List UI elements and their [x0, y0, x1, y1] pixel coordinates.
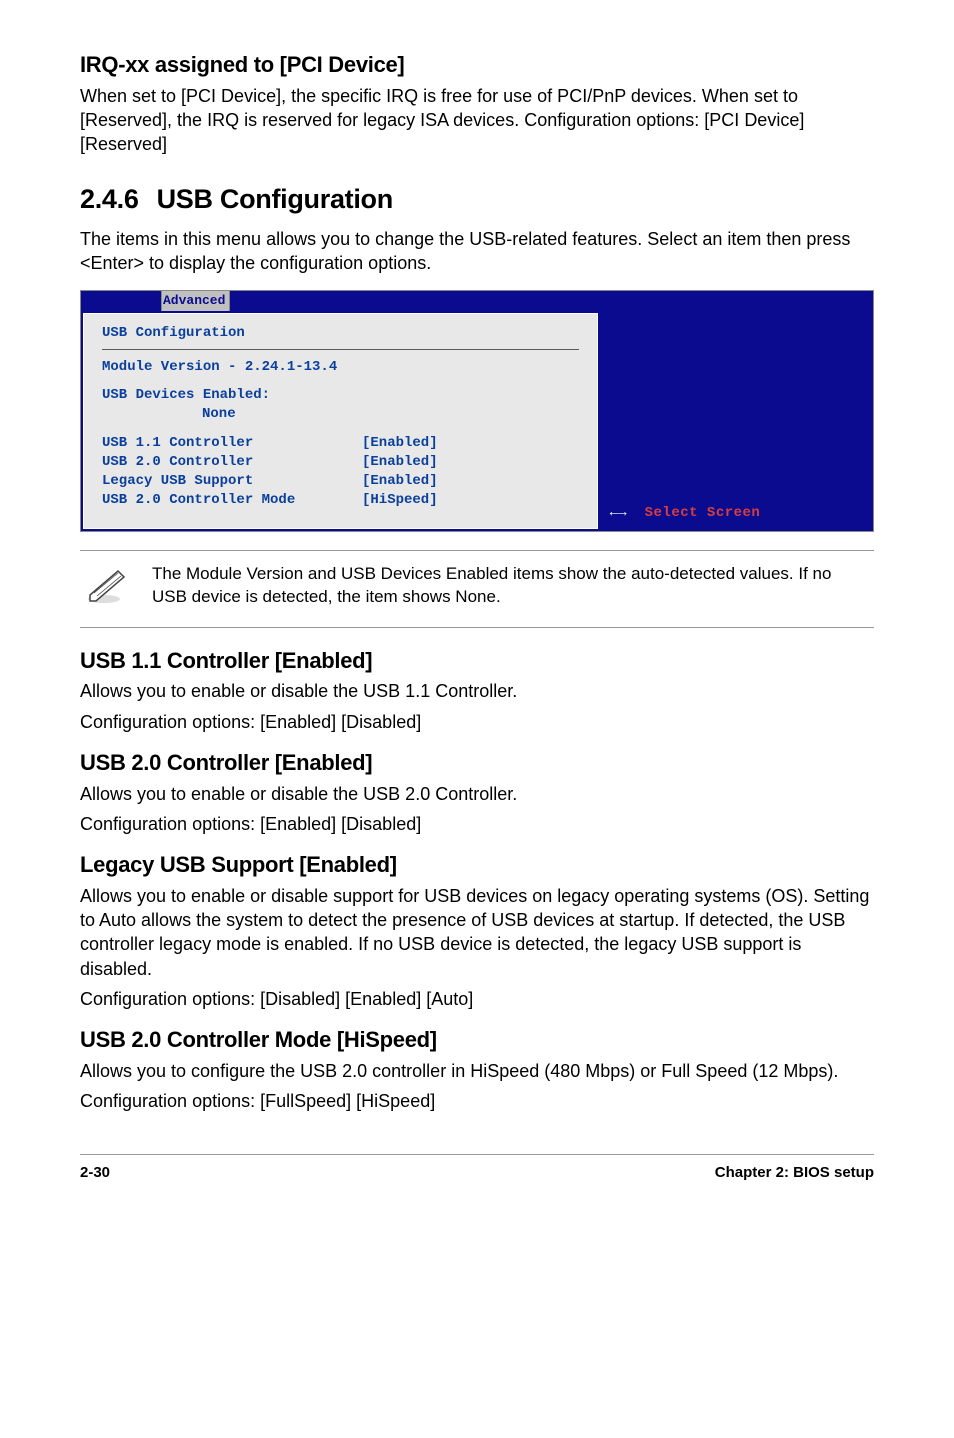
bios-module-version: Module Version - 2.24.1-13.4 — [102, 358, 579, 377]
usb20-desc: Allows you to enable or disable the USB … — [80, 782, 874, 806]
page-footer: 2-30 Chapter 2: BIOS setup — [80, 1154, 874, 1183]
bios-item-usb20mode[interactable]: USB 2.0 Controller Mode[HiSpeed] — [102, 491, 579, 510]
bios-item-usb20[interactable]: USB 2.0 Controller[Enabled] — [102, 453, 579, 472]
bios-side-hint: ←→ Select Screen — [610, 504, 863, 523]
section-title: USB Configuration — [157, 184, 393, 214]
bios-topbar: Advanced — [81, 291, 873, 311]
legacy-heading: Legacy USB Support [Enabled] — [80, 850, 874, 880]
usb20mode-opts: Configuration options: [FullSpeed] [HiSp… — [80, 1089, 874, 1113]
bios-side-select-screen: Select Screen — [645, 504, 761, 523]
usb11-desc: Allows you to enable or disable the USB … — [80, 679, 874, 703]
bios-item-label: USB 1.1 Controller — [102, 434, 362, 453]
bios-tab-advanced[interactable]: Advanced — [161, 290, 230, 311]
bios-pane-title: USB Configuration — [102, 320, 579, 347]
bios-panel: Advanced USB Configuration Module Versio… — [80, 290, 874, 532]
bios-side-pane: ←→ Select Screen — [600, 311, 873, 531]
legacy-opts: Configuration options: [Disabled] [Enabl… — [80, 987, 874, 1011]
bios-item-usb11[interactable]: USB 1.1 Controller[Enabled] — [102, 434, 579, 453]
usb20-opts: Configuration options: [Enabled] [Disabl… — [80, 812, 874, 836]
bios-devices-label: USB Devices Enabled: — [102, 386, 579, 405]
bios-devices-value: None — [102, 405, 579, 424]
bios-item-value: [Enabled] — [362, 472, 438, 491]
usb20mode-desc: Allows you to configure the USB 2.0 cont… — [80, 1059, 874, 1083]
chapter-label: Chapter 2: BIOS setup — [715, 1163, 874, 1183]
bios-item-label: Legacy USB Support — [102, 472, 362, 491]
irq-body: When set to [PCI Device], the specific I… — [80, 84, 874, 157]
bios-main-pane: USB Configuration Module Version - 2.24.… — [83, 313, 598, 529]
bios-item-legacy[interactable]: Legacy USB Support[Enabled] — [102, 472, 579, 491]
section-heading: 2.4.6 USB Configuration — [80, 181, 874, 217]
usb20mode-heading: USB 2.0 Controller Mode [HiSpeed] — [80, 1025, 874, 1055]
bios-item-label: USB 2.0 Controller — [102, 453, 362, 472]
section-number: 2.4.6 — [80, 184, 139, 214]
bios-divider — [102, 349, 579, 350]
legacy-desc: Allows you to enable or disable support … — [80, 884, 874, 981]
arrows-icon: ←→ — [610, 504, 627, 523]
irq-heading: IRQ-xx assigned to [PCI Device] — [80, 50, 874, 80]
usb11-opts: Configuration options: [Enabled] [Disabl… — [80, 710, 874, 734]
bios-item-value: [Enabled] — [362, 453, 438, 472]
note-text: The Module Version and USB Devices Enabl… — [152, 563, 870, 609]
note-block: The Module Version and USB Devices Enabl… — [80, 550, 874, 628]
pencil-note-icon — [84, 565, 130, 605]
bios-item-value: [HiSpeed] — [362, 491, 438, 510]
section-intro: The items in this menu allows you to cha… — [80, 227, 874, 276]
bios-item-label: USB 2.0 Controller Mode — [102, 491, 362, 510]
usb11-heading: USB 1.1 Controller [Enabled] — [80, 646, 874, 676]
bios-item-value: [Enabled] — [362, 434, 438, 453]
page-number: 2-30 — [80, 1163, 110, 1183]
usb20-heading: USB 2.0 Controller [Enabled] — [80, 748, 874, 778]
